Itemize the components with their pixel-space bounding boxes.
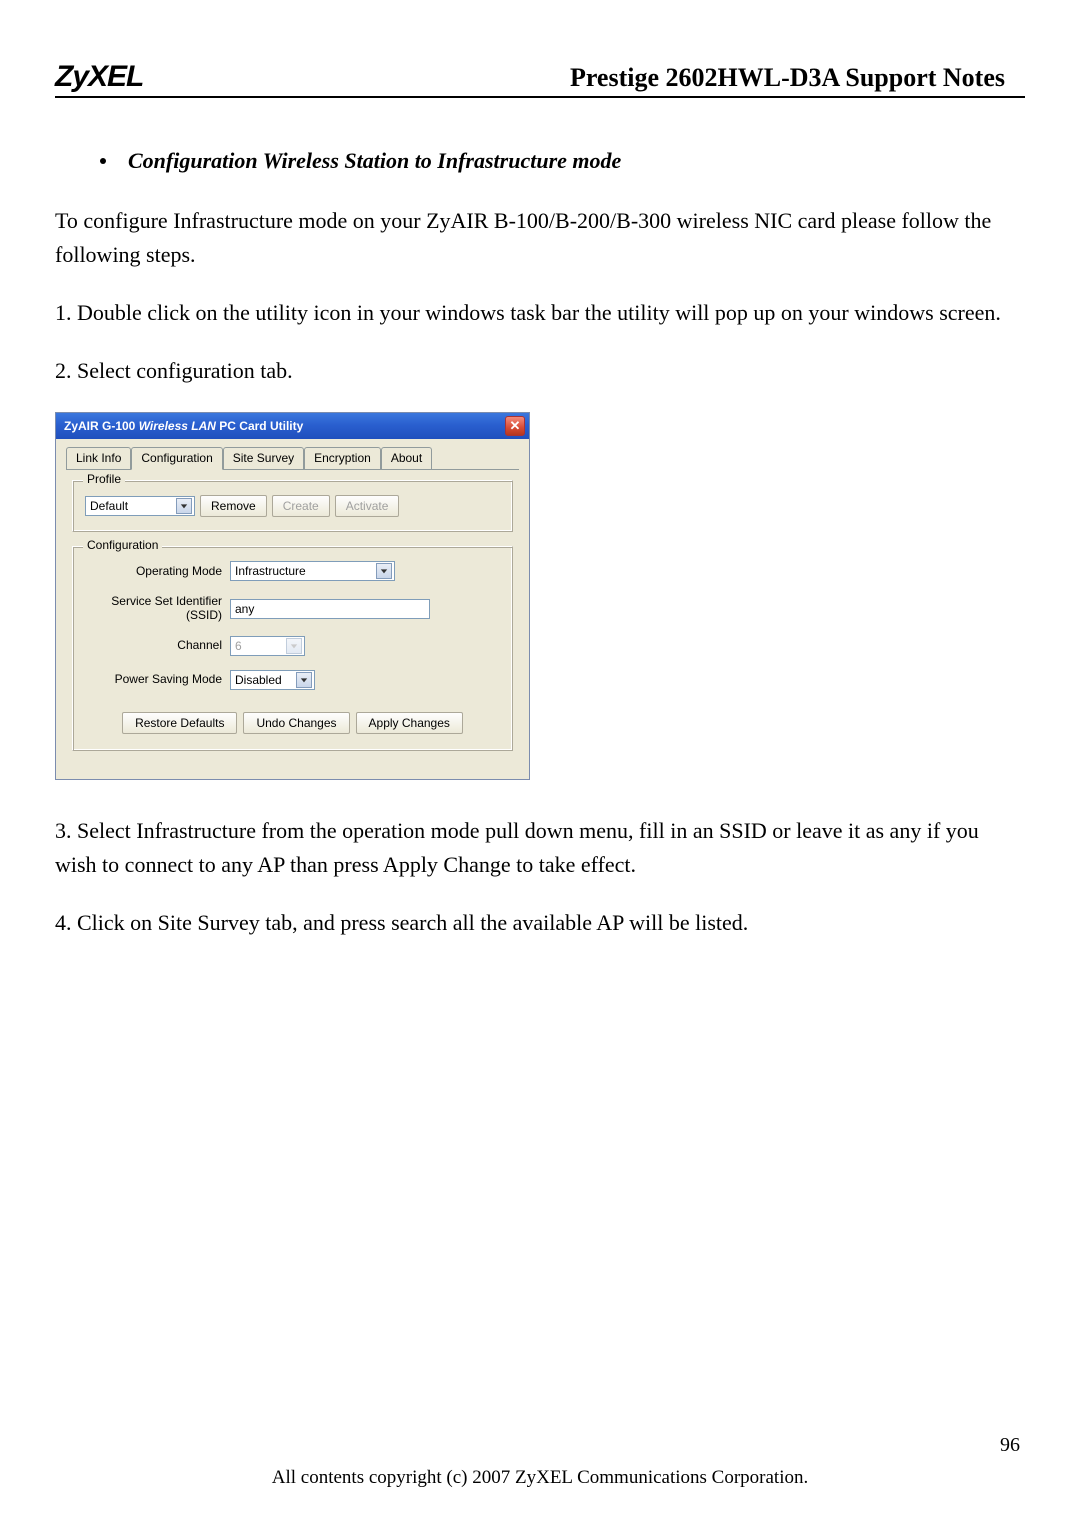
chevron-down-icon <box>296 672 312 688</box>
dialog-title-mid: Wireless LAN <box>139 419 216 433</box>
close-button[interactable]: ✕ <box>505 416 525 436</box>
step-4: 4. Click on Site Survey tab, and press s… <box>55 906 1025 940</box>
row-ssid: Service Set Identifier (SSID) any <box>85 595 500 621</box>
utility-dialog: ZyAIR G-100 Wireless LAN PC Card Utility… <box>55 412 530 779</box>
tab-link-info[interactable]: Link Info <box>66 447 131 469</box>
close-icon: ✕ <box>510 418 521 434</box>
profile-select-value: Default <box>90 499 128 513</box>
document-title: Prestige 2602HWL-D3A Support Notes <box>570 63 1005 93</box>
create-button[interactable]: Create <box>272 495 330 517</box>
dialog-titlebar[interactable]: ZyAIR G-100 Wireless LAN PC Card Utility… <box>56 413 529 439</box>
channel-select: 6 <box>230 636 305 656</box>
chevron-down-icon <box>286 638 302 654</box>
dialog-title: ZyAIR G-100 Wireless LAN PC Card Utility <box>64 419 303 433</box>
step-2: 2. Select configuration tab. <box>55 354 1025 388</box>
channel-value: 6 <box>235 639 242 653</box>
apply-changes-button[interactable]: Apply Changes <box>356 712 463 734</box>
activate-button[interactable]: Activate <box>335 495 400 517</box>
label-power-saving: Power Saving Mode <box>85 673 230 686</box>
operating-mode-select[interactable]: Infrastructure <box>230 561 395 581</box>
step-3: 3. Select Infrastructure from the operat… <box>55 814 1025 882</box>
ssid-value: any <box>235 602 254 616</box>
brand-logo: ZyXEL <box>55 60 143 94</box>
operating-mode-value: Infrastructure <box>235 564 306 578</box>
tab-bar: Link Info Configuration Site Survey Encr… <box>66 447 519 470</box>
ssid-input[interactable]: any <box>230 599 430 619</box>
page-number: 96 <box>1000 1434 1020 1457</box>
bullet-icon <box>100 158 106 164</box>
row-operating-mode: Operating Mode Infrastructure <box>85 561 500 581</box>
profile-fieldset: Profile Default Remove Create Activate <box>72 480 513 532</box>
profile-select[interactable]: Default <box>85 496 195 516</box>
tab-about[interactable]: About <box>381 447 432 469</box>
label-channel: Channel <box>85 639 230 652</box>
chevron-down-icon <box>176 498 192 514</box>
profile-row: Default Remove Create Activate <box>85 495 500 517</box>
intro-paragraph: To configure Infrastructure mode on your… <box>55 204 1025 272</box>
dialog-title-prefix: ZyAIR G-100 <box>64 419 135 433</box>
row-channel: Channel 6 <box>85 636 500 656</box>
label-ssid: Service Set Identifier (SSID) <box>85 595 230 621</box>
row-power-saving: Power Saving Mode Disabled <box>85 670 500 690</box>
config-button-row: Restore Defaults Undo Changes Apply Chan… <box>85 712 500 736</box>
tab-site-survey[interactable]: Site Survey <box>223 447 304 469</box>
dialog-title-suffix: PC Card Utility <box>219 419 303 433</box>
page-header: ZyXEL Prestige 2602HWL-D3A Support Notes <box>55 60 1025 98</box>
undo-changes-button[interactable]: Undo Changes <box>243 712 349 734</box>
copyright-footer: All contents copyright (c) 2007 ZyXEL Co… <box>0 1467 1080 1489</box>
configuration-fieldset: Configuration Operating Mode Infrastruct… <box>72 546 513 750</box>
label-operating-mode: Operating Mode <box>85 565 230 578</box>
dialog-body: Link Info Configuration Site Survey Encr… <box>56 439 529 778</box>
step-1: 1. Double click on the utility icon in y… <box>55 296 1025 330</box>
profile-legend: Profile <box>83 472 125 486</box>
section-heading: Configuration Wireless Station to Infras… <box>100 148 1025 174</box>
chevron-down-icon <box>376 563 392 579</box>
restore-defaults-button[interactable]: Restore Defaults <box>122 712 237 734</box>
power-saving-value: Disabled <box>235 673 282 687</box>
remove-button[interactable]: Remove <box>200 495 267 517</box>
section-heading-text: Configuration Wireless Station to Infras… <box>128 148 621 174</box>
label-ssid-line1: Service Set Identifier <box>111 594 222 608</box>
label-ssid-line2: (SSID) <box>186 608 222 622</box>
power-saving-select[interactable]: Disabled <box>230 670 315 690</box>
tab-encryption[interactable]: Encryption <box>304 447 381 469</box>
configuration-legend: Configuration <box>83 538 162 552</box>
tab-configuration[interactable]: Configuration <box>131 447 222 470</box>
